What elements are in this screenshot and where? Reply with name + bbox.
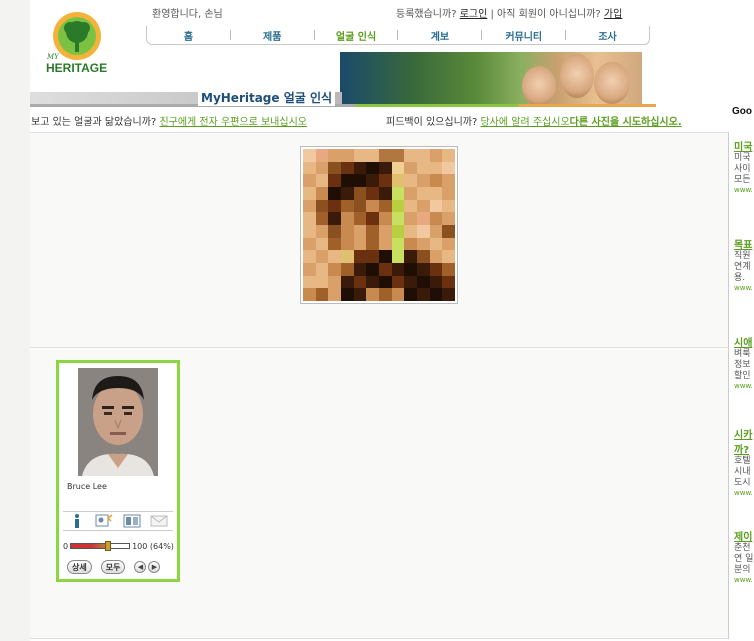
try-another-photo-link[interactable]: 다른 사진을 시도하십시오. bbox=[570, 117, 682, 128]
greeting-text: 환영합니다, 손님 bbox=[152, 9, 223, 20]
logo-text[interactable]: HERITAGE bbox=[46, 61, 107, 75]
main-nav: 홈 제품 얼굴 인식 계보 커뮤니티 조사 bbox=[146, 26, 650, 45]
match-result-card: Bruce Lee 0 100 (64%) 상세 모두 ◀ ▶ bbox=[56, 360, 180, 582]
ad-body-line: 도시 bbox=[734, 478, 751, 488]
ad-item[interactable]: 미국 미국 사이 모든 www. bbox=[734, 138, 754, 194]
ad-title-line2[interactable]: 까? bbox=[734, 441, 754, 456]
next-arrow-icon[interactable]: ▶ bbox=[148, 561, 161, 573]
ad-body-line: 용. bbox=[734, 273, 746, 283]
signup-link[interactable]: 가입 bbox=[604, 9, 622, 20]
ad-body-line: 정보 bbox=[734, 360, 751, 370]
ad-body-line: 벼룩 bbox=[734, 349, 751, 359]
ad-url[interactable]: www. bbox=[734, 284, 754, 292]
ad-item[interactable]: 제이 춘천 연 일 분의 www. bbox=[734, 528, 754, 584]
feedback-prompt: 피드백이 있으십니까? bbox=[386, 117, 478, 128]
login-prompt: 등록했습니까? bbox=[396, 9, 457, 20]
share-line: 보고 있는 얼굴과 닮았습니까? 친구에게 전자 우편으로 보내십시오 bbox=[31, 113, 307, 128]
ad-body-line: 미국 bbox=[734, 153, 751, 163]
score-bar bbox=[70, 541, 131, 551]
google-ads-column: Goo 미국 미국 사이 모든 www. 목표 직원 연계 용. www. 시애… bbox=[732, 106, 754, 626]
ad-title[interactable]: 제이 bbox=[734, 528, 754, 543]
score-bar-fill bbox=[71, 544, 109, 548]
email-icon[interactable] bbox=[150, 514, 168, 528]
left-margin bbox=[0, 0, 30, 641]
compare-icon[interactable] bbox=[123, 514, 141, 528]
signup-prompt: | 아직 회원이 아니십니까? bbox=[490, 9, 601, 20]
ad-title[interactable]: 목표 bbox=[734, 236, 754, 251]
detail-button-label: 상세 bbox=[72, 562, 87, 572]
match-photo[interactable] bbox=[78, 368, 158, 476]
panel-divider bbox=[728, 132, 729, 639]
ad-item[interactable]: 시애 벼룩 정보 할인 www. bbox=[734, 334, 754, 390]
title-underline bbox=[30, 104, 656, 107]
ad-body-line: 연계 bbox=[734, 262, 751, 272]
ad-body-line: 사이 bbox=[734, 164, 751, 174]
score-min-label: 0 bbox=[63, 541, 69, 551]
feedback-link[interactable]: 당사에 알려 주십시오 bbox=[480, 117, 569, 128]
page-title: MyHeritage 얼굴 인식 bbox=[198, 89, 336, 106]
ad-url[interactable]: www. bbox=[734, 576, 754, 584]
nav-face-recognition[interactable]: 얼굴 인식 bbox=[315, 28, 398, 43]
ad-body-line: 시내 bbox=[734, 467, 751, 477]
nav-home[interactable]: 홈 bbox=[147, 28, 230, 43]
match-name[interactable]: Bruce Lee bbox=[67, 482, 107, 491]
ad-title[interactable]: 시카 bbox=[734, 426, 754, 441]
info-icon[interactable] bbox=[68, 514, 86, 528]
nav-genealogy[interactable]: 계보 bbox=[398, 28, 481, 43]
ad-body-line: 모든 bbox=[734, 175, 751, 185]
all-button[interactable]: 모두 bbox=[100, 560, 126, 574]
prev-arrow-icon[interactable]: ◀ bbox=[134, 561, 147, 573]
ad-item[interactable]: 목표 직원 연계 용. www. bbox=[734, 236, 754, 292]
card-buttons: 상세 모두 ◀ ▶ bbox=[67, 559, 175, 575]
ad-url[interactable]: www. bbox=[734, 186, 754, 194]
ad-body-line: 호텔 bbox=[734, 456, 751, 466]
ads-heading: Goo bbox=[732, 106, 752, 117]
account-links: 등록했습니까? 로그인 | 아직 회원이 아니십니까? 가입 bbox=[396, 5, 622, 20]
nav-research[interactable]: 조사 bbox=[566, 28, 649, 43]
email-friend-link[interactable]: 친구에게 전자 우편으로 보내십시오 bbox=[159, 117, 307, 128]
ad-body-line: 분의 bbox=[734, 565, 751, 575]
similarity-score: 0 100 (64%) bbox=[63, 540, 175, 552]
feedback-line: 피드백이 있으십니까? 당사에 알려 주십시오다른 사진을 시도하십시오. bbox=[386, 113, 682, 128]
ad-body-line: 할인 bbox=[734, 371, 751, 381]
nav-products[interactable]: 제품 bbox=[231, 28, 314, 43]
nav-community[interactable]: 커뮤니티 bbox=[482, 28, 565, 43]
search-person-icon[interactable] bbox=[95, 514, 113, 528]
uploaded-face-thumbnail bbox=[300, 146, 458, 304]
ad-body-line: 연 일 bbox=[734, 554, 754, 564]
ad-body-line: 직원 bbox=[734, 251, 751, 261]
header-banner-image bbox=[340, 52, 642, 104]
share-prompt: 보고 있는 얼굴과 닮았습니까? bbox=[31, 117, 157, 128]
ad-item[interactable]: 시카 까? 호텔 시내 도시 www. bbox=[734, 426, 754, 497]
login-link[interactable]: 로그인 bbox=[460, 9, 488, 20]
ad-title[interactable]: 시애 bbox=[734, 334, 754, 349]
score-value: 100 (64%) bbox=[132, 541, 174, 551]
score-marker bbox=[105, 541, 112, 551]
ad-url[interactable]: www. bbox=[734, 382, 754, 390]
detail-button[interactable]: 상세 bbox=[67, 560, 92, 574]
logo-small-text: MY bbox=[47, 53, 59, 61]
ad-body-line: 춘천 bbox=[734, 543, 751, 553]
ad-url[interactable]: www. bbox=[734, 489, 754, 497]
ad-title[interactable]: 미국 bbox=[734, 138, 754, 153]
card-action-icons bbox=[63, 511, 173, 531]
pixelated-face-image bbox=[303, 149, 455, 301]
